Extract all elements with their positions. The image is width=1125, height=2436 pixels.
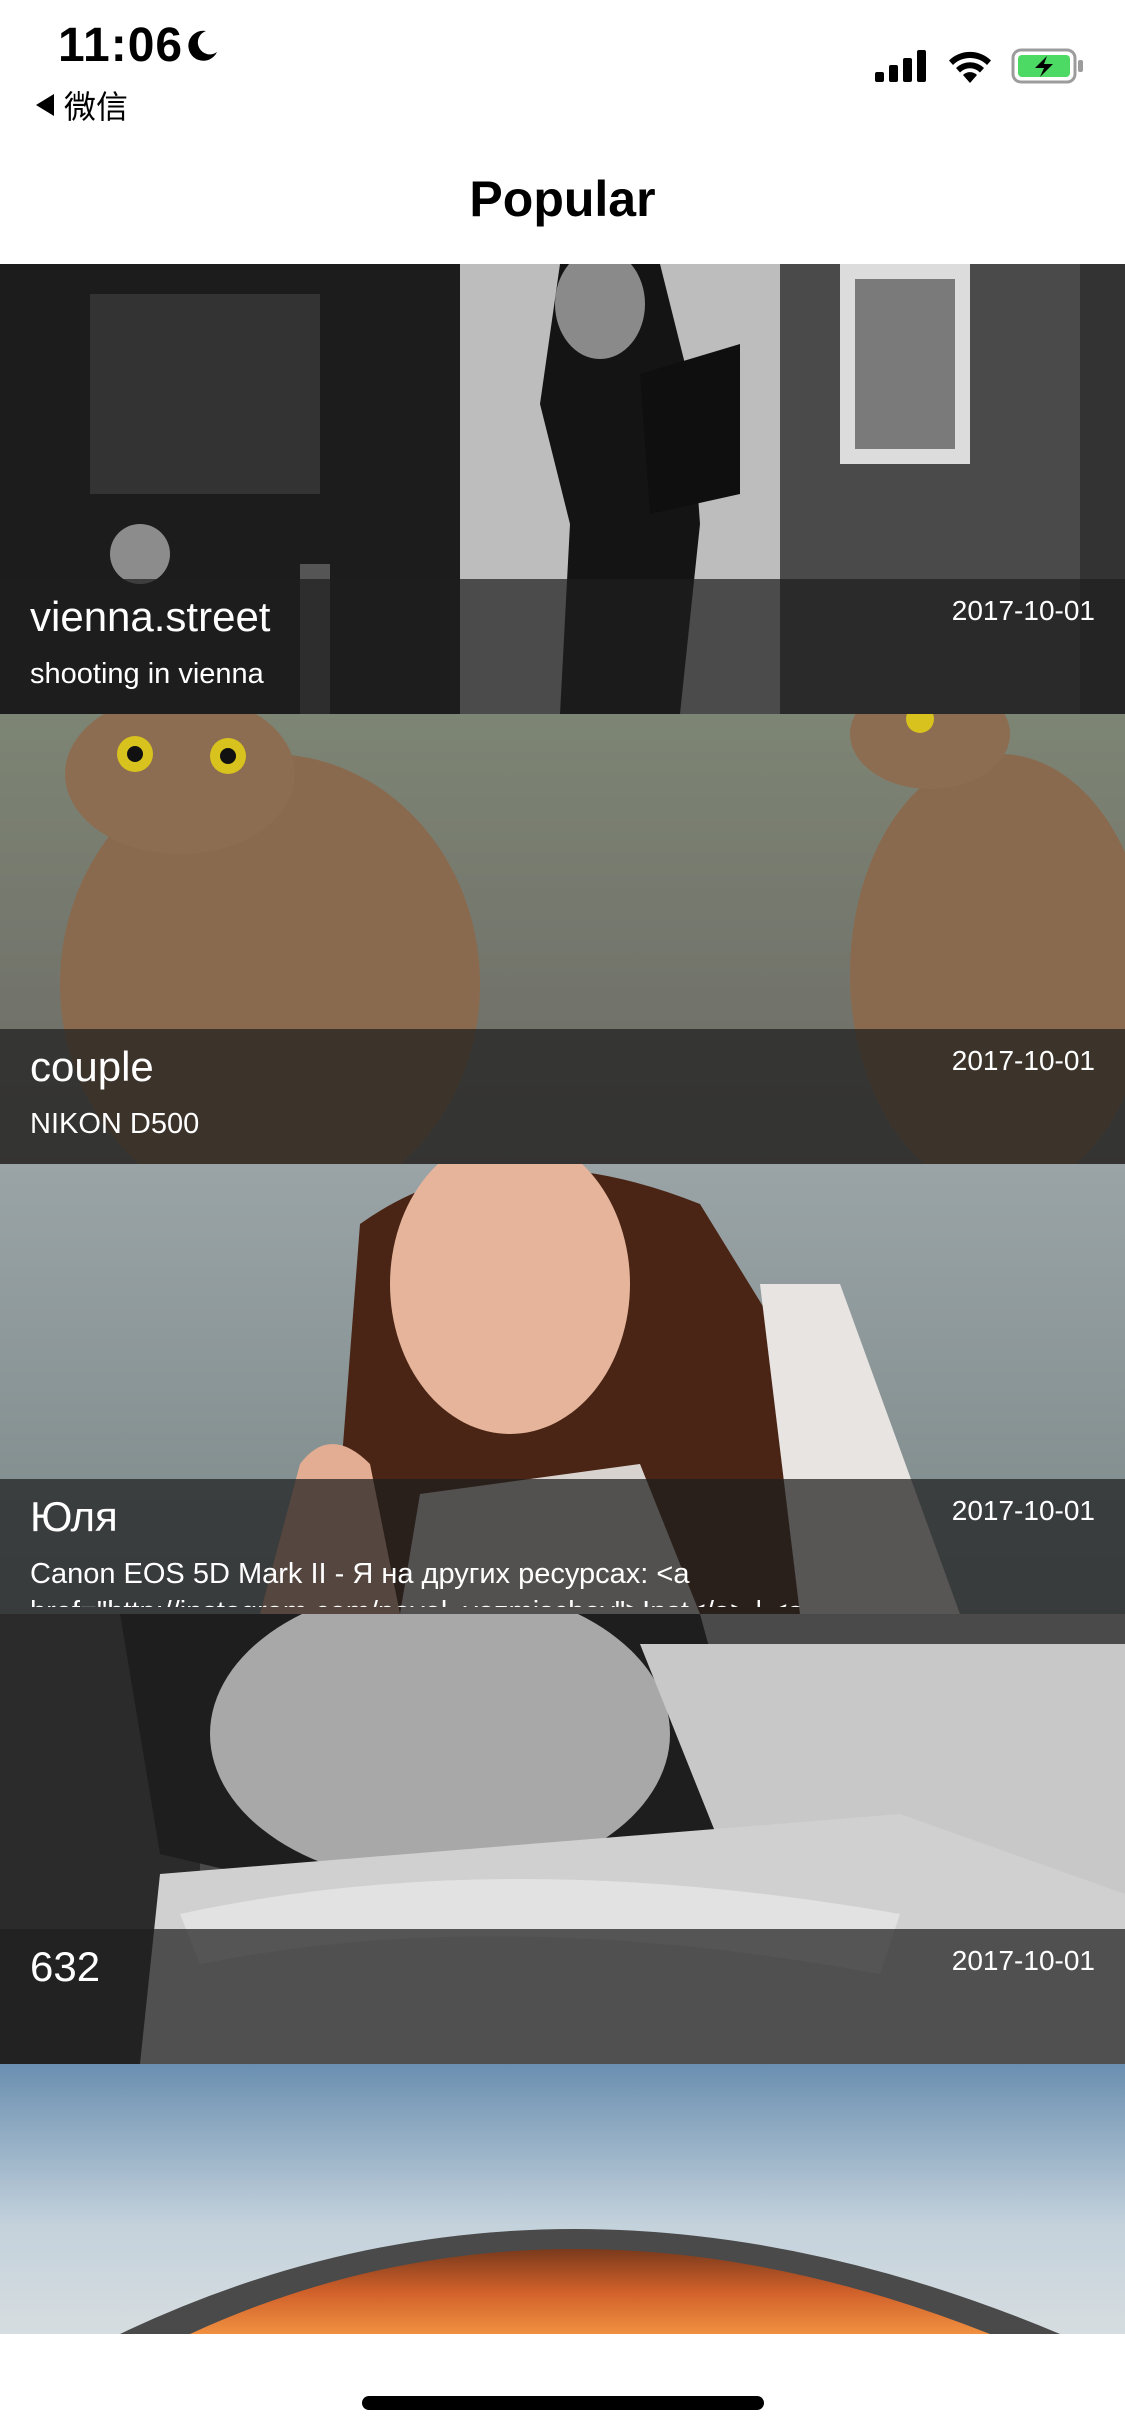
- card-title: 632: [30, 1943, 101, 1990]
- home-indicator[interactable]: [362, 2396, 764, 2410]
- card-description: shooting in vienna: [30, 658, 264, 690]
- page-title: Popular: [469, 171, 656, 227]
- card-description: [30, 2005, 1090, 2057]
- card-description: NIKON D500: [30, 1108, 200, 1140]
- photo-image: [0, 2064, 1125, 2334]
- back-app-label: 微信: [64, 89, 129, 125]
- photo-card[interactable]: vienna.street 2017-10-01 shooting in vie…: [0, 264, 1125, 714]
- battery-charging-icon: [1011, 48, 1083, 84]
- card-description: Canon EOS 5D Mark II - Я на других ресур…: [30, 1558, 804, 1607]
- card-date: 2017-10-01: [951, 1045, 1095, 1076]
- photo-card[interactable]: couple 2017-10-01 NIKON D500: [0, 714, 1125, 1164]
- back-triangle-icon: [36, 94, 54, 116]
- card-caption-overlay: 632 2017-10-01: [0, 1929, 1125, 2064]
- back-to-app-button[interactable]: 微信: [36, 82, 128, 128]
- signal-icon: [875, 50, 926, 82]
- status-time: 11:06: [58, 19, 184, 72]
- card-date: 2017-10-01: [951, 595, 1095, 626]
- photo-card[interactable]: Юля 2017-10-01 Canon EOS 5D Mark II - Я …: [0, 1164, 1125, 1614]
- navigation-bar: Popular: [0, 130, 1125, 264]
- photo-feed[interactable]: vienna.street 2017-10-01 shooting in vie…: [0, 264, 1125, 2334]
- card-title: couple: [30, 1043, 154, 1090]
- moon-icon: [188, 30, 217, 61]
- card-title: Юля: [30, 1493, 118, 1540]
- photo-card[interactable]: [0, 2064, 1125, 2334]
- card-caption-overlay: vienna.street 2017-10-01 shooting in vie…: [0, 579, 1125, 714]
- card-caption-overlay: Юля 2017-10-01 Canon EOS 5D Mark II - Я …: [0, 1479, 1125, 1614]
- card-date: 2017-10-01: [951, 1945, 1095, 1976]
- status-bar: 11:06 微信: [0, 0, 1125, 130]
- card-date: 2017-10-01: [951, 1495, 1095, 1526]
- status-icons: [875, 48, 1085, 84]
- photo-card[interactable]: 632 2017-10-01: [0, 1614, 1125, 2064]
- card-caption-overlay: couple 2017-10-01 NIKON D500: [0, 1029, 1125, 1164]
- wifi-icon: [949, 51, 991, 83]
- bottom-safe-area: [0, 2334, 1125, 2436]
- card-title: vienna.street: [30, 593, 271, 640]
